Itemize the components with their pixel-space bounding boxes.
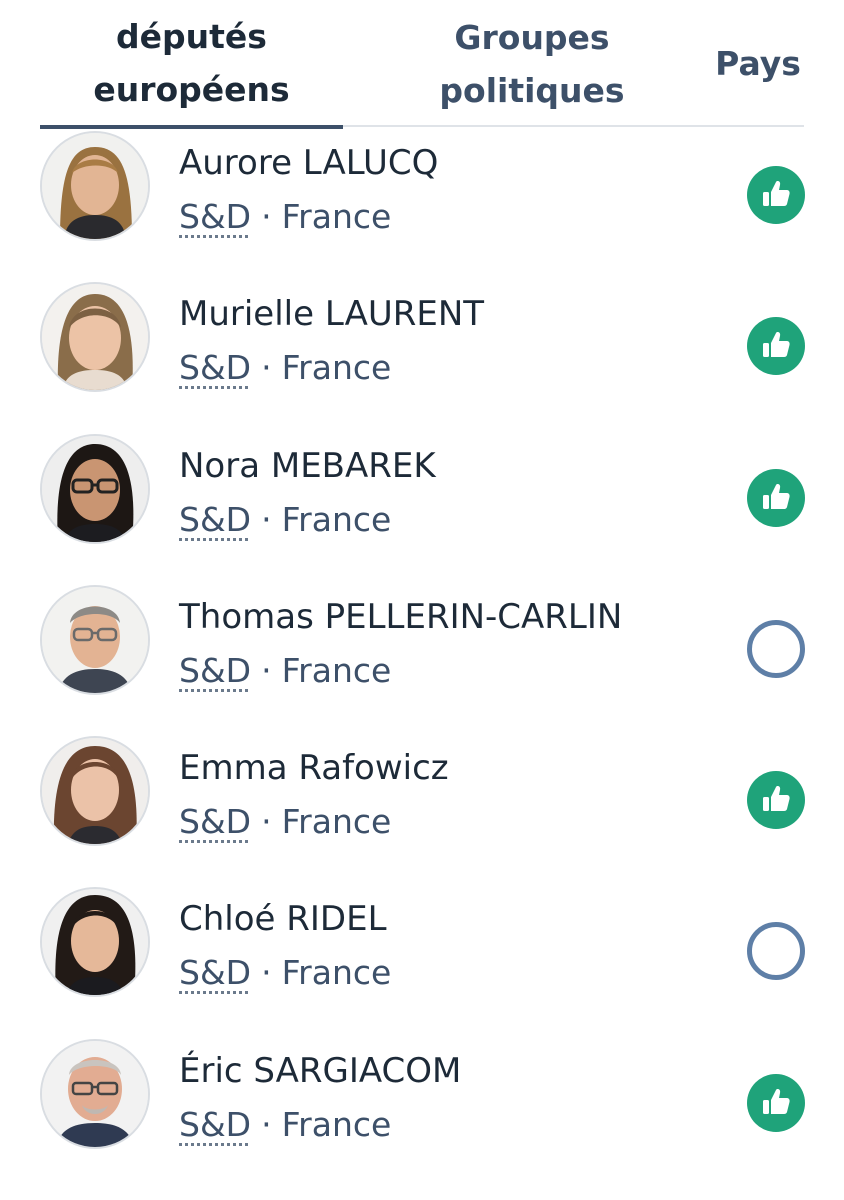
member-row[interactable]: Éric SARGIACOM S&D · France <box>0 1035 844 1186</box>
tab-groups-label-line1: Groupes <box>454 17 610 57</box>
tab-meps[interactable]: députés européens <box>40 0 343 129</box>
member-meta: S&D · France <box>179 951 391 995</box>
political-group-link[interactable]: S&D <box>179 348 251 387</box>
tab-country-label: Pays <box>715 44 801 83</box>
avatar <box>40 584 150 695</box>
thumbs-up-icon[interactable] <box>747 468 805 527</box>
thumbs-up-icon[interactable] <box>747 317 805 376</box>
member-country: France <box>281 953 392 993</box>
avatar <box>40 1038 150 1149</box>
avatar <box>40 282 150 393</box>
thumbs-up-icon[interactable] <box>747 166 805 224</box>
member-row[interactable]: Thomas PELLERIN-CARLIN S&D · France <box>0 581 844 732</box>
member-row[interactable]: Emma Rafowicz S&D · France <box>0 732 844 883</box>
political-group-link[interactable]: S&D <box>179 1105 251 1144</box>
member-country: France <box>281 802 392 842</box>
member-meta: S&D · France <box>179 195 391 239</box>
member-country: France <box>281 197 392 236</box>
avatar <box>40 887 150 998</box>
member-name[interactable]: Murielle LAURENT <box>179 292 484 336</box>
member-country: France <box>281 1104 392 1144</box>
member-country: France <box>281 499 392 539</box>
political-group-link[interactable]: S&D <box>179 500 251 539</box>
member-meta: S&D · France <box>179 800 391 844</box>
political-group-link[interactable]: S&D <box>179 197 251 236</box>
member-row[interactable]: Nora MEBAREK S&D · France <box>0 430 844 581</box>
member-row[interactable]: Aurore LALUCQ S&D · France <box>0 127 844 278</box>
member-country: France <box>281 650 392 690</box>
political-group-link[interactable]: S&D <box>179 802 251 841</box>
thumbs-up-icon[interactable] <box>747 771 805 830</box>
tab-meps-label-line1: députés <box>116 16 267 56</box>
member-row[interactable]: Murielle LAURENT S&D · France <box>0 278 844 429</box>
member-country: France <box>281 348 392 388</box>
avatar <box>40 131 150 241</box>
empty-circle-icon[interactable] <box>747 922 805 981</box>
thumbs-up-icon[interactable] <box>747 1073 805 1132</box>
separator: · <box>261 802 272 842</box>
avatar <box>40 736 150 847</box>
separator: · <box>261 197 272 236</box>
tab-country[interactable]: Pays <box>712 0 804 127</box>
separator: · <box>261 499 272 539</box>
member-meta: S&D · France <box>179 346 391 390</box>
tab-bar: députés européens Groupes politiques Pay… <box>40 0 804 129</box>
separator: · <box>261 1104 272 1144</box>
member-list: Aurore LALUCQ S&D · France Murielle LAUREN… <box>0 127 844 1186</box>
member-meta: S&D · France <box>179 1103 391 1147</box>
member-name[interactable]: Aurore LALUCQ <box>179 141 438 185</box>
separator: · <box>261 953 272 993</box>
member-name[interactable]: Éric SARGIACOM <box>179 1049 461 1093</box>
separator: · <box>261 650 272 690</box>
avatar <box>40 433 150 544</box>
member-name[interactable]: Thomas PELLERIN-CARLIN <box>179 595 622 639</box>
member-name[interactable]: Nora MEBAREK <box>179 444 436 488</box>
member-name[interactable]: Chloé RIDEL <box>179 897 387 941</box>
member-row[interactable]: Chloé RIDEL S&D · France <box>0 883 844 1034</box>
empty-circle-icon[interactable] <box>747 619 805 678</box>
separator: · <box>261 348 272 388</box>
tab-meps-label-line2: européens <box>93 69 290 109</box>
member-meta: S&D · France <box>179 498 391 542</box>
tab-groups-label-line2: politiques <box>439 70 625 110</box>
member-meta: S&D · France <box>179 649 391 693</box>
member-name[interactable]: Emma Rafowicz <box>179 746 449 790</box>
political-group-link[interactable]: S&D <box>179 651 251 690</box>
tab-political-groups[interactable]: Groupes politiques <box>420 0 644 127</box>
political-group-link[interactable]: S&D <box>179 953 251 992</box>
